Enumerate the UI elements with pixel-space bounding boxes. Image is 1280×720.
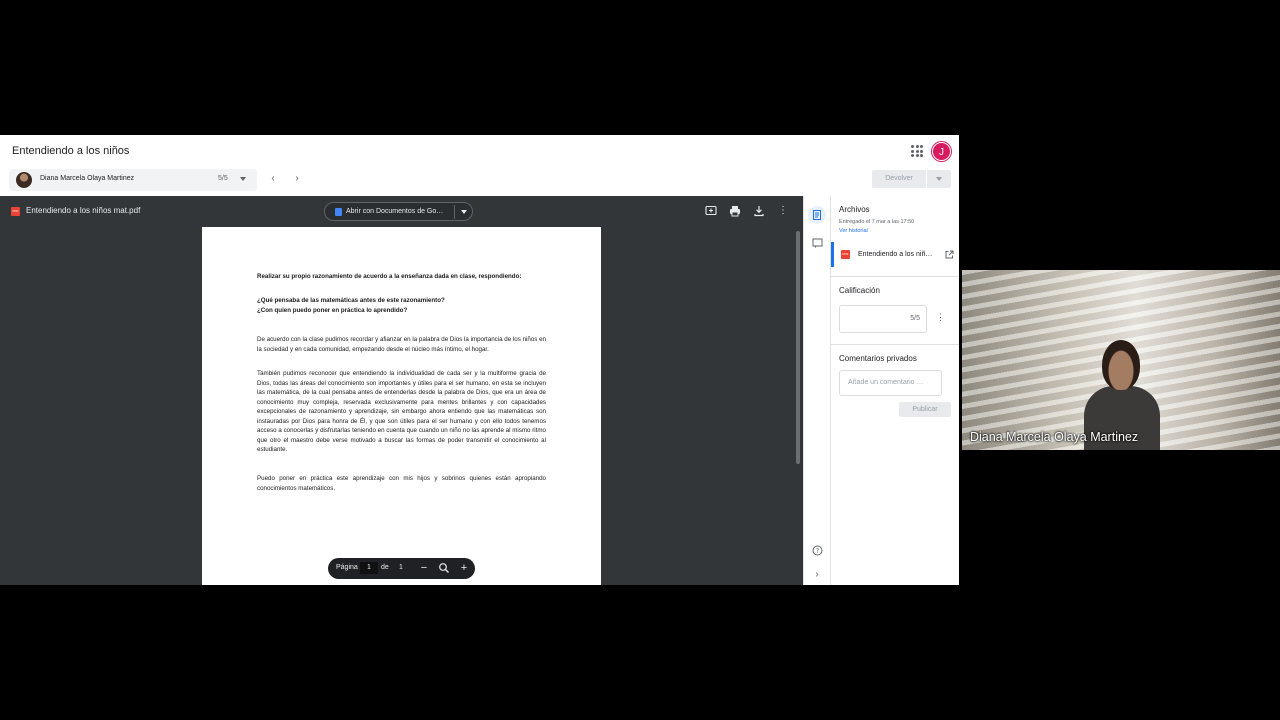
attachment-item[interactable]: PDF Entendiendo a los niñ… — [831, 242, 959, 267]
page-of-label: de — [381, 564, 389, 571]
student-name: Diana Marcela Olaya Martinez — [40, 175, 135, 182]
view-history-link[interactable]: Ver historial — [839, 228, 868, 234]
participant-head — [1102, 340, 1140, 390]
zoom-fit-icon[interactable] — [438, 562, 450, 574]
return-dropdown-button[interactable] — [927, 170, 951, 188]
page-question-1: ¿Qué pensaba de las matemáticas antes de… — [257, 297, 445, 304]
student-bar: Diana Marcela Olaya Martinez 5/5 ‹ › Dev… — [0, 166, 959, 196]
participant-name: Diana Marcela Olaya Martinez — [970, 430, 1139, 444]
zoom-in-icon[interactable]: + — [458, 562, 470, 574]
files-heading: Archivos — [839, 205, 870, 214]
open-with-button[interactable]: Abrir con Documentos de Go… — [324, 202, 473, 221]
grade-value: 5/5 — [910, 315, 920, 322]
pdf-viewer: PDF Entendiendo a los niños mat.pdf Abri… — [0, 196, 803, 585]
divider — [831, 344, 959, 345]
student-selector[interactable]: Diana Marcela Olaya Martinez 5/5 — [9, 169, 257, 191]
grade-heading: Calificación — [839, 286, 880, 295]
page-question-2: ¿Con quien puedo poner en práctica lo ap… — [257, 307, 408, 314]
pdf-file-icon: PDF — [11, 207, 20, 216]
zoom-out-icon[interactable]: − — [418, 562, 430, 574]
more-options-icon[interactable]: ⋮ — [777, 205, 789, 217]
divider — [831, 276, 959, 277]
divider — [454, 205, 455, 219]
svg-text:?: ? — [815, 547, 819, 555]
screen: Entendiendo a los niños J Diana Marcela … — [0, 0, 1280, 720]
viewer-scrollbar[interactable] — [796, 231, 800, 464]
comment-input[interactable]: Añade un comentario … — [839, 370, 942, 396]
viewer-toolbar: PDF Entendiendo a los niños mat.pdf Abri… — [0, 196, 803, 226]
student-count: 5/5 — [218, 175, 228, 182]
return-button[interactable]: Devolver — [872, 170, 926, 188]
page-paragraph-3: Puedo poner en práctica este aprendizaje… — [257, 475, 546, 492]
pdf-file-icon: PDF — [841, 250, 850, 259]
add-comment-icon[interactable] — [705, 205, 717, 217]
page-title: Entendiendo a los niños — [12, 145, 130, 157]
help-icon[interactable]: ? — [811, 545, 823, 557]
print-icon[interactable] — [729, 205, 741, 217]
more-options-icon[interactable]: ⋮ — [936, 312, 945, 323]
chevron-right-icon[interactable]: › — [811, 569, 823, 581]
side-rail: ? › — [803, 196, 831, 585]
open-in-new-icon[interactable] — [945, 250, 954, 261]
download-icon[interactable] — [753, 205, 765, 217]
pdf-page: Realizar su propio razonamiento de acuer… — [202, 227, 601, 585]
chevron-down-icon — [240, 177, 246, 181]
open-with-label: Abrir con Documentos de Go… — [346, 208, 444, 215]
shared-window: Entendiendo a los niños J Diana Marcela … — [0, 135, 959, 585]
page-label: Página — [336, 564, 358, 571]
publish-button[interactable]: Publicar — [899, 402, 951, 417]
top-bar: Entendiendo a los niños J — [0, 135, 959, 165]
page-number-input[interactable]: 1 — [360, 562, 378, 574]
chevron-down-icon[interactable] — [461, 210, 467, 214]
student-avatar — [16, 172, 32, 188]
google-docs-icon — [335, 208, 342, 216]
previous-student-button[interactable]: ‹ — [268, 174, 278, 184]
files-tab-icon[interactable] — [808, 206, 826, 224]
page-navigator: Página 1 de 1 − + — [328, 558, 475, 579]
page-paragraph-1: De acuerdo con la clase pudimos recordar… — [257, 336, 546, 353]
grading-panel: Archivos Entregado el 7 mar a las 17:50 … — [831, 196, 959, 585]
comments-tab-icon[interactable] — [811, 238, 823, 250]
page-heading: Realizar su propio razonamiento de acuer… — [257, 273, 522, 280]
next-student-button[interactable]: › — [292, 174, 302, 184]
private-comments-heading: Comentarios privados — [839, 354, 917, 363]
webcam-tile: Diana Marcela Olaya Martinez — [962, 270, 1280, 450]
page-total: 1 — [399, 564, 403, 571]
attachment-name: Entendiendo a los niñ… — [858, 251, 933, 258]
grade-input[interactable]: 5/5 — [839, 305, 927, 333]
apps-grid-icon[interactable] — [911, 145, 923, 157]
page-paragraph-2: También pudimos reconocer que entendiend… — [257, 370, 546, 453]
account-avatar[interactable]: J — [932, 142, 951, 161]
submission-status: Entregado el 7 mar a las 17:50 — [839, 219, 915, 225]
file-name: Entendiendo a los niños mat.pdf — [26, 206, 141, 215]
